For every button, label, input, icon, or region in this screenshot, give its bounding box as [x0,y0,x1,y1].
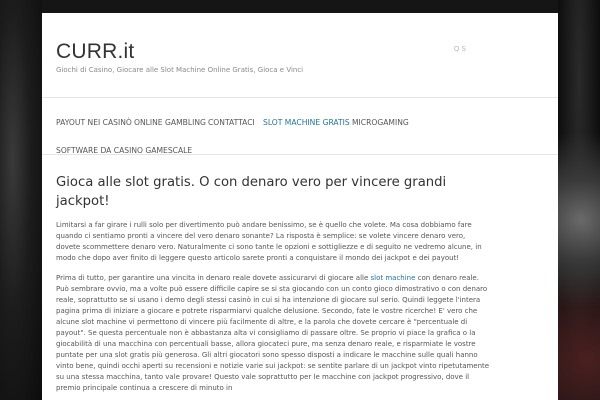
article-content: Gioca alle slot gratis. O con denaro ver… [56,173,490,394]
nav-item-online-gambling[interactable]: ONLINE GAMBLING [134,118,206,127]
article-paragraph: Limitarsi a far girare i rulli solo per … [56,221,482,262]
background-left [0,0,42,400]
article-paragraph: Prima di tutto, per garantire una vincit… [56,273,490,394]
page-container: CURR.it Giochi di Casino, Giocare alle S… [42,13,558,400]
nav-item-software-gamescale[interactable]: SOFTWARE DA CASINO GAMESCALE [56,146,192,155]
nav-item-microgaming[interactable]: MICROGAMING [352,118,409,127]
site-description: Giochi di Casino, Giocare alle Slot Mach… [56,66,304,74]
site-header: CURR.it Giochi di Casino, Giocare alle S… [42,13,558,97]
nav-item-contattaci[interactable]: CONTATTACI [208,118,255,127]
background-right [558,0,600,400]
paragraph-text: Prima di tutto, per garantire una vincit… [56,274,371,282]
slot-machine-link[interactable]: slot machine [371,274,416,282]
main-navigation: PAYOUT NEI CASINÒ ONLINE GAMBLING CONTAT… [42,97,558,155]
search-toggle[interactable]: Q S [454,45,466,53]
paragraph-text: con denaro reale. Può sembrare ovvio, ma… [56,274,490,392]
site-title-link[interactable]: CURR.it [56,40,134,64]
nav-item-slot-machine-gratis[interactable]: SLOT MACHINE GRATIS [263,118,350,127]
nav-item-payout[interactable]: PAYOUT NEI CASINÒ [56,118,132,127]
article-title: Gioca alle slot gratis. O con denaro ver… [56,175,447,209]
